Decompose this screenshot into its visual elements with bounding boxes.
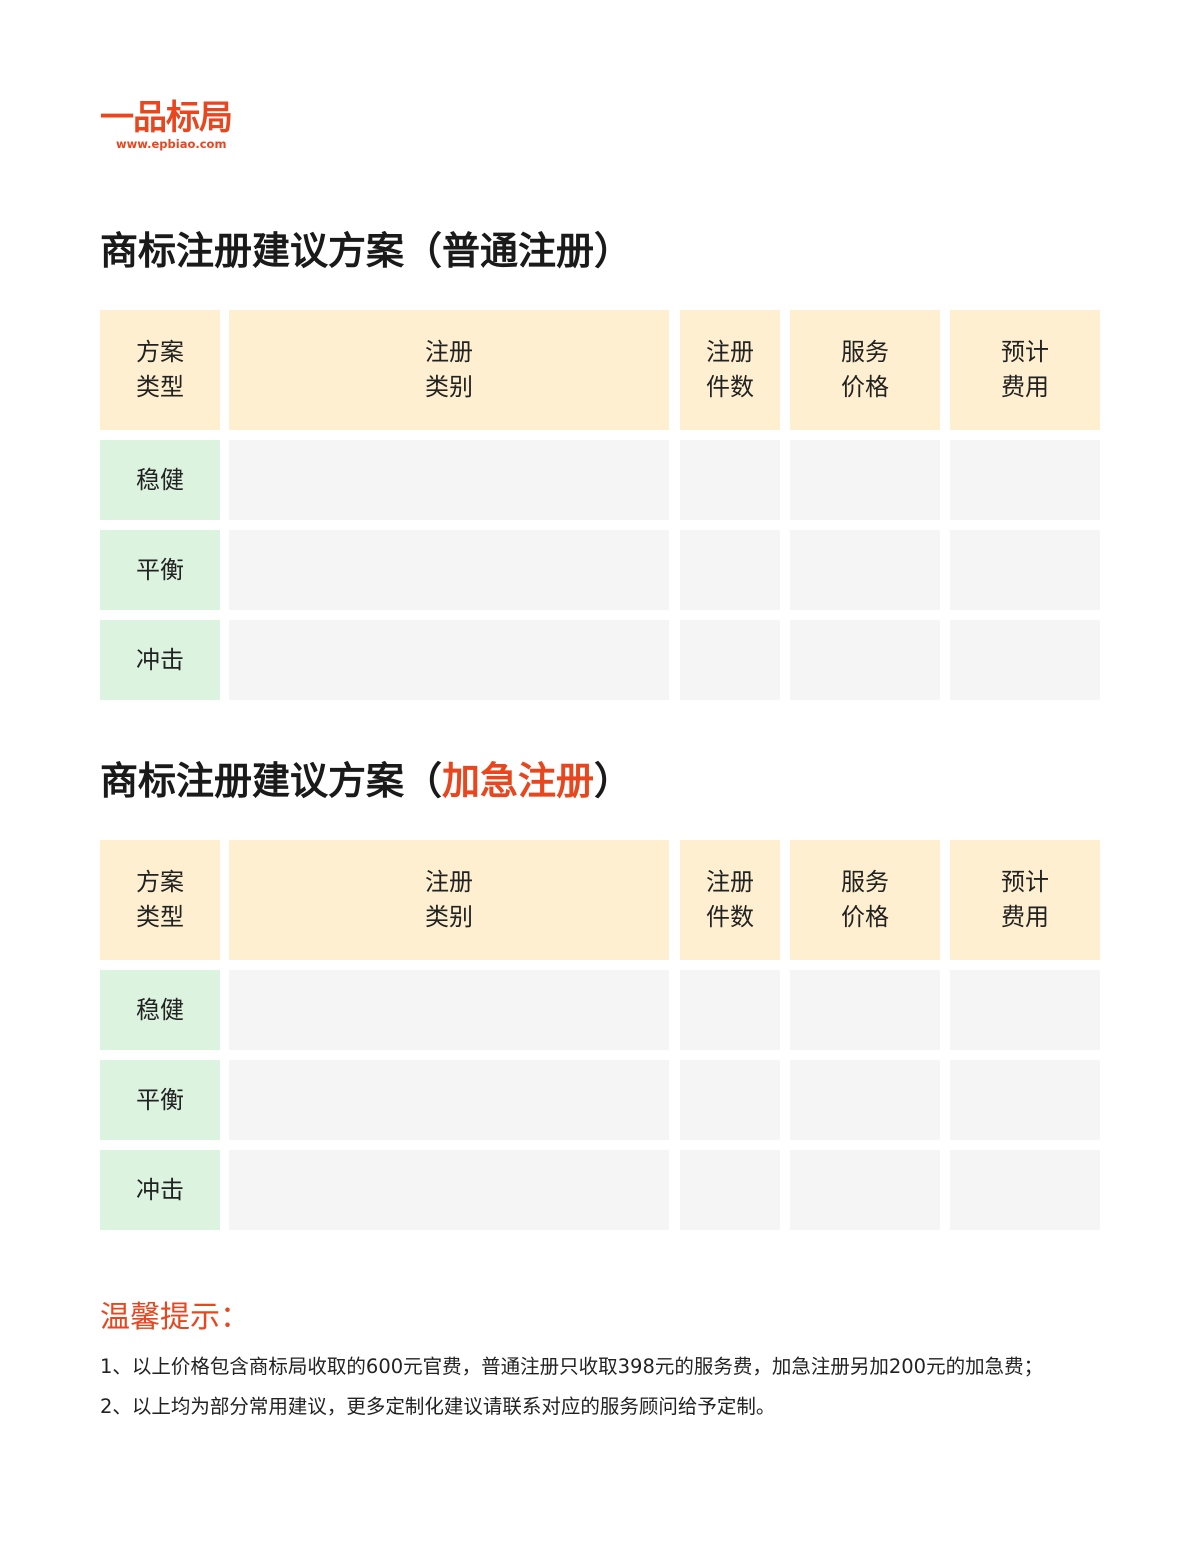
table-cell — [950, 1150, 1100, 1230]
row-label: 平衡 — [100, 1060, 220, 1140]
header-estimated-cost: 预计 费用 — [950, 310, 1100, 430]
table-cell — [680, 970, 780, 1050]
section-title-suffix: ） — [594, 229, 633, 273]
section-title-prefix: 商标注册建议方案（ — [100, 229, 443, 273]
tip-item-1: 1、以上价格包含商标局收取的600元官费，普通注册只收取398元的服务费，加急注… — [100, 1355, 1044, 1378]
table-cell — [680, 440, 780, 520]
section-title-suffix: ） — [594, 759, 633, 803]
section-title-highlight: 加急注册 — [442, 759, 595, 803]
table-cell — [950, 530, 1100, 610]
section-title-prefix: 商标注册建议方案（ — [100, 759, 443, 803]
logo-name: 一品标局 — [100, 98, 233, 138]
brand-logo: 一品标局 www.epbiao.com — [100, 98, 280, 158]
header-plan-type: 方案 类型 — [100, 310, 220, 430]
table-cell — [229, 970, 669, 1050]
table-cell — [680, 1060, 780, 1140]
header-reg-class: 注册 类别 — [229, 310, 669, 430]
section-title-highlight: 普通注册 — [442, 229, 595, 273]
header-plan-type: 方案 类型 — [100, 840, 220, 960]
table-cell — [229, 440, 669, 520]
table-cell — [790, 970, 940, 1050]
row-label: 稳健 — [100, 440, 220, 520]
row-label: 稳健 — [100, 970, 220, 1050]
table-cell — [680, 1150, 780, 1230]
table-cell — [680, 530, 780, 610]
table-cell — [229, 530, 669, 610]
header-service-price: 服务 价格 — [790, 310, 940, 430]
table-cell — [229, 620, 669, 700]
header-reg-count: 注册 件数 — [680, 310, 780, 430]
table-cell — [790, 440, 940, 520]
table-cell — [229, 1060, 669, 1140]
table-cell — [229, 1150, 669, 1230]
section-title-normal: 商标注册建议方案（普通注册） — [100, 228, 632, 274]
header-reg-count: 注册 件数 — [680, 840, 780, 960]
tip-item-2: 2、以上均为部分常用建议，更多定制化建议请联系对应的服务顾问给予定制。 — [100, 1395, 776, 1418]
row-label: 冲击 — [100, 1150, 220, 1230]
table-cell — [950, 620, 1100, 700]
logo-url: www.epbiao.com — [116, 137, 227, 151]
table-cell — [950, 970, 1100, 1050]
header-service-price: 服务 价格 — [790, 840, 940, 960]
tips-title: 温馨提示： — [100, 1300, 250, 1335]
table-cell — [790, 1060, 940, 1140]
plan-table-normal: 方案 类型 注册 类别 注册 件数 服务 价格 预计 费用 稳健 平衡 冲击 — [100, 310, 1100, 700]
row-label: 冲击 — [100, 620, 220, 700]
table-cell — [950, 440, 1100, 520]
table-cell — [790, 1150, 940, 1230]
header-estimated-cost: 预计 费用 — [950, 840, 1100, 960]
table-cell — [790, 530, 940, 610]
section-title-urgent: 商标注册建议方案（加急注册） — [100, 758, 632, 804]
table-cell — [680, 620, 780, 700]
header-reg-class: 注册 类别 — [229, 840, 669, 960]
table-cell — [950, 1060, 1100, 1140]
table-cell — [790, 620, 940, 700]
row-label: 平衡 — [100, 530, 220, 610]
plan-table-urgent: 方案 类型 注册 类别 注册 件数 服务 价格 预计 费用 稳健 平衡 冲击 — [100, 840, 1100, 1230]
